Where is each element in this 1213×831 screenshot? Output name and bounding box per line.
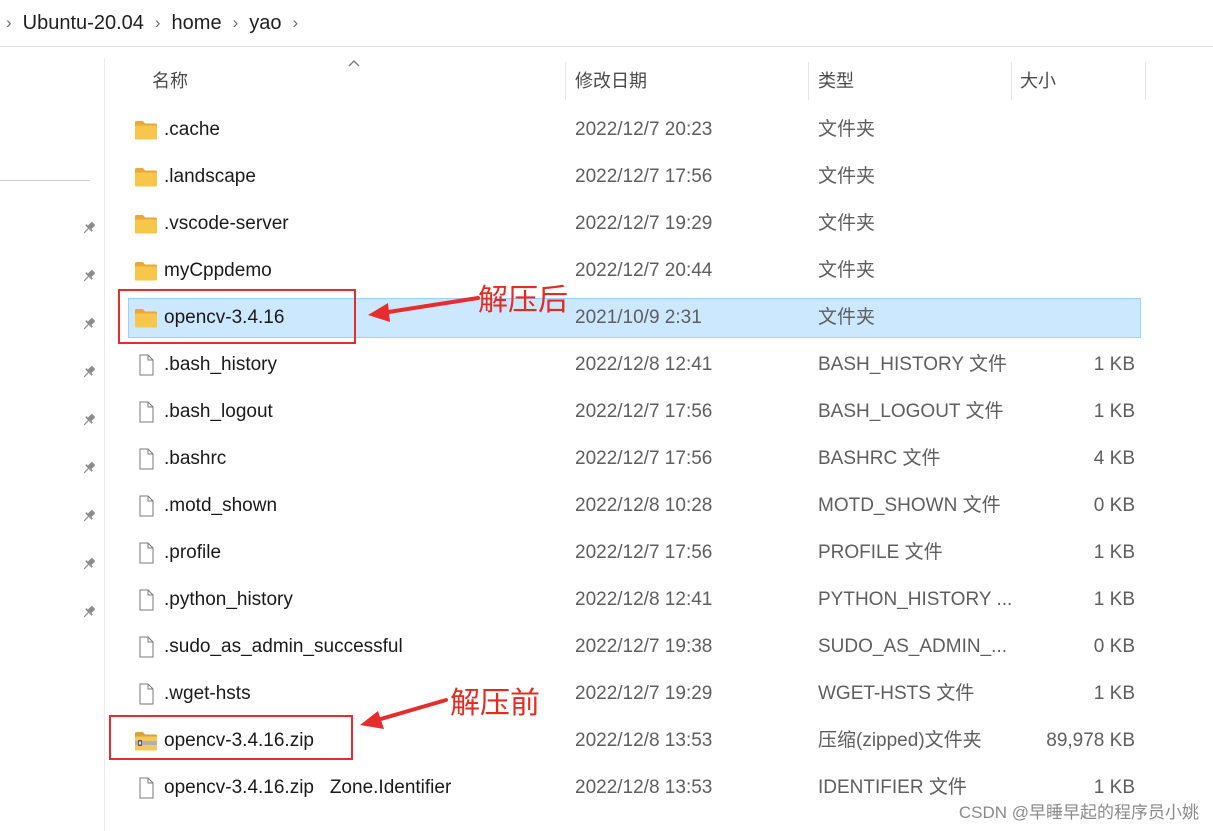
watermark: CSDN @早睡早起的程序员小姚: [958, 803, 1199, 822]
arrow-icon: [360, 698, 448, 729]
annotation-label-before: 解压前: [450, 686, 540, 721]
arrow-icon: [368, 296, 480, 322]
annotation-label-after: 解压后: [478, 283, 568, 318]
annotation-arrows: [360, 296, 480, 729]
